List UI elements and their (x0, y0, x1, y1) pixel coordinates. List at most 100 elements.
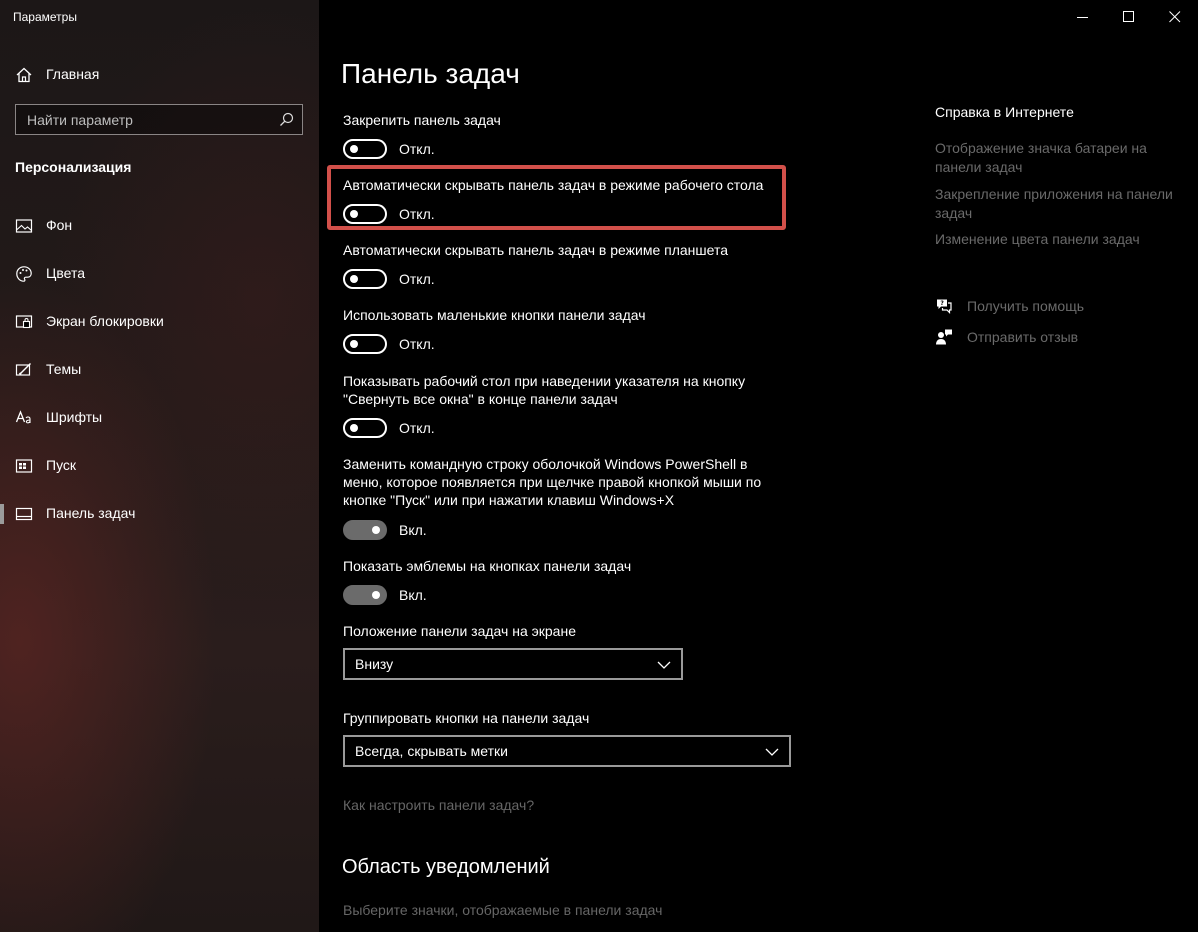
sidebar-item-fonts[interactable]: Шрифты (0, 398, 319, 438)
select-value: Всегда, скрывать метки (355, 743, 508, 759)
link-line: панели задач (935, 159, 1023, 175)
search-icon[interactable] (279, 112, 294, 127)
setting-label-lock-taskbar: Закрепить панель задач (343, 112, 501, 128)
picture-icon (15, 219, 33, 233)
toggle-autohide-desktop[interactable] (343, 204, 387, 224)
toggle-knob (350, 145, 358, 153)
get-help-label: Получить помощь (967, 298, 1085, 314)
grouping-label: Группировать кнопки на панели задач (343, 710, 590, 726)
minimize-icon (1077, 17, 1088, 18)
toggle-peek[interactable] (343, 418, 387, 438)
notifications-header: Область уведомлений (342, 856, 550, 878)
setting-label-powershell: Заменить командную строку оболочкой Wind… (343, 455, 761, 509)
label-line: Показывать рабочий стол при наведении ук… (343, 373, 746, 389)
highlight-frame (327, 165, 786, 230)
label-line: Заменить командную строку оболочкой Wind… (343, 456, 748, 472)
chevron-down-icon (765, 748, 779, 756)
sidebar-item-label: Пуск (46, 457, 77, 473)
toggle-autohide-tablet[interactable] (343, 269, 387, 289)
toggle-knob (372, 526, 380, 534)
help-link-battery[interactable]: Отображение значка батареи на панели зад… (935, 139, 1185, 177)
toggle-state: Откл. (399, 271, 435, 287)
select-icons-link[interactable]: Выберите значки, отображаемые в панели з… (343, 902, 662, 918)
label-line: кнопке "Пуск" или при нажатии клавиш Win… (343, 492, 675, 508)
how-to-customize-link[interactable]: Как настроить панели задач? (343, 797, 534, 813)
sidebar: Параметры Главная Персонализация Фон (0, 0, 319, 932)
sidebar-item-background[interactable]: Фон (0, 206, 319, 246)
taskbar-position-select[interactable]: Внизу (343, 648, 683, 680)
taskbar-icon (15, 507, 33, 521)
app-title: Параметры (13, 10, 77, 24)
sidebar-item-lock-screen[interactable]: Экран блокировки (0, 302, 319, 342)
search-input[interactable] (16, 105, 274, 134)
feedback-label: Отправить отзыв (967, 329, 1079, 345)
toggle-state: Откл. (399, 141, 435, 157)
toggle-state: Вкл. (399, 587, 427, 603)
sidebar-item-label: Экран блокировки (46, 313, 164, 329)
toggle-lock-taskbar[interactable] (343, 139, 387, 159)
setting-label-small-buttons: Использовать маленькие кнопки панели зад… (343, 307, 646, 323)
sidebar-item-label: Шрифты (46, 409, 103, 425)
maximize-button[interactable] (1106, 0, 1152, 34)
help-link-pin-app[interactable]: Закрепление приложения на панели задач (935, 185, 1185, 223)
help-link-color[interactable]: Изменение цвета панели задач (935, 230, 1185, 249)
sidebar-item-label: Цвета (46, 265, 85, 281)
search-box (15, 104, 303, 135)
button-grouping-select[interactable]: Всегда, скрывать метки (343, 735, 791, 767)
chat-help-icon: ? (937, 299, 952, 314)
sidebar-item-label: Темы (46, 361, 82, 377)
home-label: Главная (46, 66, 100, 82)
toggle-knob (350, 210, 358, 218)
sidebar-item-start[interactable]: Пуск (0, 446, 319, 486)
main-content: Панель задач Закрепить панель задач Откл… (319, 0, 1198, 932)
page-title: Панель задач (341, 58, 520, 89)
section-title: Персонализация (15, 159, 132, 175)
setting-label-autohide-tablet: Автоматически скрывать панель задач в ре… (343, 242, 728, 258)
position-label: Положение панели задач на экране (343, 623, 576, 639)
setting-label-peek: Показывать рабочий стол при наведении ук… (343, 372, 745, 408)
toggle-state: Откл. (399, 336, 435, 352)
toggle-knob (372, 591, 380, 599)
close-icon (1169, 11, 1181, 23)
palette-icon (16, 266, 32, 282)
chevron-down-icon (657, 661, 671, 669)
svg-text:?: ? (940, 300, 944, 307)
toggle-knob (350, 275, 358, 283)
sidebar-item-colors[interactable]: Цвета (0, 254, 319, 294)
setting-label-badges: Показать эмблемы на кнопках панели задач (343, 558, 632, 574)
sidebar-item-home[interactable]: Главная (0, 56, 319, 92)
toggle-state: Откл. (399, 206, 435, 222)
feedback-icon (936, 329, 952, 345)
toggle-knob (350, 424, 358, 432)
start-icon (15, 459, 33, 473)
label-line: меню, которое появляется при щелчке прав… (343, 474, 762, 490)
sidebar-item-taskbar[interactable]: Панель задач (0, 494, 319, 534)
sidebar-item-label: Фон (46, 217, 73, 233)
fonts-icon (15, 410, 31, 424)
label-line: "Свернуть все окна" в конце панели задач (343, 391, 618, 407)
toggle-knob (350, 340, 358, 348)
window-controls (1060, 0, 1198, 34)
maximize-icon (1123, 11, 1134, 22)
toggle-state: Откл. (399, 420, 435, 436)
themes-icon (15, 363, 31, 376)
toggle-badges[interactable] (343, 585, 387, 605)
lock-screen-icon (15, 315, 33, 329)
selection-indicator (0, 504, 4, 524)
toggle-powershell[interactable] (343, 520, 387, 540)
close-button[interactable] (1152, 0, 1198, 34)
settings-window: Параметры Главная Персонализация Фон (0, 0, 1198, 932)
home-icon (16, 67, 32, 83)
link-line: задач (935, 205, 973, 221)
setting-label-autohide-desktop: Автоматически скрывать панель задач в ре… (343, 177, 764, 193)
help-title: Справка в Интернете (935, 104, 1074, 120)
minimize-button[interactable] (1060, 0, 1106, 34)
link-line: Закрепление приложения на панели (935, 186, 1173, 202)
select-value: Внизу (355, 656, 394, 672)
toggle-small-buttons[interactable] (343, 334, 387, 354)
toggle-state: Вкл. (399, 522, 427, 538)
sidebar-item-label: Панель задач (46, 505, 136, 521)
link-line: Отображение значка батареи на (935, 140, 1147, 156)
sidebar-item-themes[interactable]: Темы (0, 350, 319, 390)
link-line: Изменение цвета панели задач (935, 231, 1140, 247)
